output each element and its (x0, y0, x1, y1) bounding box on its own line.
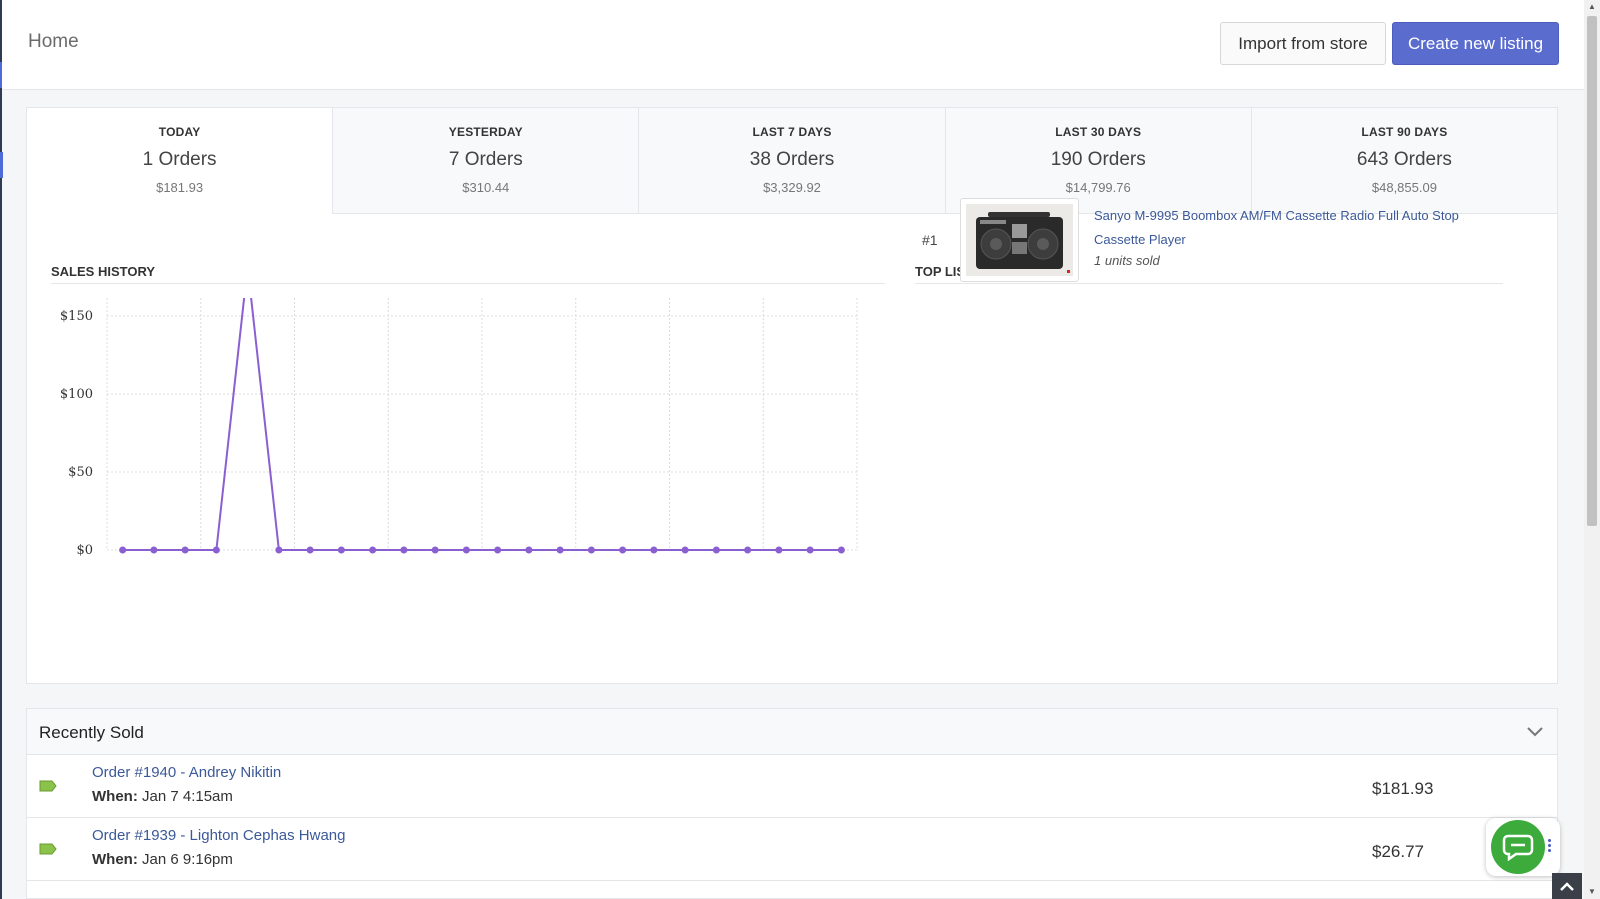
data-point (775, 546, 783, 554)
scroll-to-top-button[interactable] (1552, 873, 1582, 899)
stat-label: TODAY (158, 125, 201, 139)
data-point (150, 546, 158, 554)
data-point (275, 546, 283, 554)
sidebar-active-marker (0, 152, 3, 178)
stat-amount: $310.44 (462, 180, 510, 195)
order-amount: $26.77 (1372, 842, 1424, 861)
data-point (587, 546, 595, 554)
section-divider (51, 283, 885, 284)
chat-widget (1486, 818, 1560, 876)
data-point (462, 546, 470, 554)
stat-orders: 643 Orders (1356, 149, 1452, 170)
breadcrumb[interactable]: Home (28, 31, 79, 53)
data-point (212, 546, 220, 554)
listing-title-link[interactable]: Sanyo M-9995 Boombox AM/FM Cassette Radi… (1094, 204, 1474, 252)
page-scrollbar[interactable]: ▲ ▼ (1584, 0, 1600, 899)
data-point (837, 546, 845, 554)
stat-tab-yesterday[interactable]: YESTERDAY 7 Orders $310.44 (333, 108, 640, 214)
stat-amount: $48,855.09 (1371, 180, 1437, 195)
order-row: Order #1939 - Lighton Cephas Hwang When:… (27, 818, 1557, 881)
scroll-up-arrow-icon[interactable]: ▲ (1588, 2, 1596, 11)
sales-history-title: SALES HISTORY (51, 264, 156, 279)
recently-sold-header[interactable]: Recently Sold (27, 709, 1557, 755)
data-point (650, 546, 658, 554)
left-sidebar-edge (0, 0, 3, 899)
data-point (369, 546, 377, 554)
data-point (337, 546, 345, 554)
data-point (744, 546, 752, 554)
chat-button[interactable] (1491, 820, 1545, 874)
tag-icon (39, 780, 57, 792)
chevron-down-icon[interactable] (1525, 721, 1545, 741)
listing-units-sold: 1 units sold (1094, 253, 1160, 268)
stat-amount: $14,799.76 (1065, 180, 1131, 195)
order-when: When: Jan 7 4:15am (92, 788, 233, 805)
when-label: When: (92, 851, 138, 868)
stat-orders: 7 Orders (448, 149, 523, 170)
top-listing-item: #1 Sanyo M-9995 Boombox AM/FM Cassette R… (914, 198, 1484, 284)
create-new-listing-button[interactable]: Create new listing (1392, 22, 1559, 65)
data-point (494, 546, 502, 554)
data-point (181, 546, 189, 554)
stat-orders: 190 Orders (1050, 149, 1146, 170)
stat-amount: $181.93 (156, 180, 204, 195)
page-header: Home Import from store Create new listin… (2, 0, 1584, 90)
order-when: When: Jan 6 9:16pm (92, 851, 233, 868)
scrollbar-thumb[interactable] (1587, 16, 1597, 526)
data-point (431, 546, 439, 554)
y-tick-label: $0 (76, 543, 93, 558)
data-point (681, 546, 689, 554)
chevron-up-icon (1560, 882, 1574, 891)
chat-menu-icon[interactable] (1548, 839, 1552, 854)
order-amount: $181.93 (1372, 779, 1434, 798)
data-point (806, 546, 814, 554)
chat-bubble-icon (1502, 834, 1534, 861)
order-title-link[interactable]: Order #1940 - Andrey Nikitin (92, 764, 281, 781)
order-date: Jan 7 4:15am (142, 788, 233, 805)
recently-sold-panel: Recently Sold Order #1940 - Andrey Nikit… (26, 708, 1558, 899)
when-label: When: (92, 788, 138, 805)
order-row: Order #1940 - Andrey Nikitin When: Jan 7… (27, 755, 1557, 818)
data-point (119, 546, 127, 554)
stat-amount: $3,329.92 (763, 180, 821, 195)
data-point (619, 546, 627, 554)
boombox-image (966, 204, 1073, 276)
data-point (400, 546, 408, 554)
import-from-store-button[interactable]: Import from store (1220, 22, 1386, 65)
data-point (712, 546, 720, 554)
data-point (525, 546, 533, 554)
stat-orders: 38 Orders (749, 149, 835, 170)
dashboard-card: TODAY 1 Orders $181.93 YESTERDAY 7 Order… (26, 107, 1558, 684)
stat-label: LAST 7 DAYS (752, 125, 832, 139)
listing-rank: #1 (922, 232, 938, 248)
listing-thumbnail[interactable] (960, 198, 1079, 282)
stat-label: YESTERDAY (448, 125, 523, 139)
data-point (556, 546, 564, 554)
stat-orders: 1 Orders (142, 149, 217, 170)
stat-label: LAST 90 DAYS (1361, 125, 1448, 139)
stat-label: LAST 30 DAYS (1055, 125, 1142, 139)
order-title-link[interactable]: Order #1939 - Lighton Cephas Hwang (92, 827, 346, 844)
y-tick-label: $150 (60, 309, 93, 324)
recently-sold-title: Recently Sold (39, 723, 144, 742)
stat-tab-today[interactable]: TODAY 1 Orders $181.93 (27, 108, 334, 214)
y-tick-label: $50 (68, 465, 93, 480)
stat-tab-last-7-days[interactable]: LAST 7 DAYS 38 Orders $3,329.92 (639, 108, 946, 214)
data-point (306, 546, 314, 554)
sales-history-chart: $0$50$100$150$200Jan 0703:0006:0009:0012… (60, 298, 858, 558)
order-date: Jan 6 9:16pm (142, 851, 233, 868)
scroll-down-arrow-icon[interactable]: ▼ (1588, 887, 1596, 896)
y-tick-label: $100 (60, 387, 93, 402)
tag-icon (39, 843, 57, 855)
